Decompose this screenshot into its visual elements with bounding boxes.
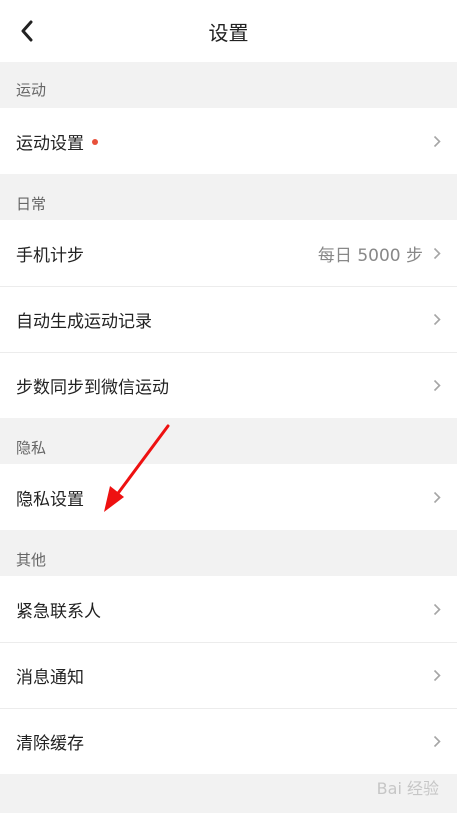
chevron-right-icon: [433, 602, 443, 616]
row-label: 清除缓存: [16, 733, 84, 754]
section-header-sport: 运动: [16, 81, 47, 99]
row-label: 消息通知: [16, 667, 84, 688]
group-daily: 手机计步 每日 5000 步 自动生成运动记录 步数同步到微信运动: [0, 220, 457, 418]
row-label: 手机计步: [16, 245, 84, 266]
chevron-right-icon: [433, 668, 443, 682]
row-phone-pedometer[interactable]: 手机计步 每日 5000 步: [0, 220, 457, 286]
row-label: 运动设置: [16, 133, 84, 154]
group-privacy: 隐私设置: [0, 464, 457, 530]
row-label: 紧急联系人: [16, 601, 101, 622]
section-header-other: 其他: [16, 551, 47, 569]
chevron-right-icon: [433, 490, 443, 504]
chevron-right-icon: [433, 134, 443, 148]
row-sport-settings[interactable]: 运动设置: [0, 108, 457, 174]
row-label: 步数同步到微信运动: [16, 377, 169, 398]
row-auto-record[interactable]: 自动生成运动记录: [0, 286, 457, 352]
chevron-left-icon: [21, 20, 33, 42]
step-goal-value: 每日 5000 步: [317, 245, 423, 266]
chevron-right-icon: [433, 734, 443, 748]
row-label: 隐私设置: [16, 489, 84, 510]
section-header-daily: 日常: [16, 195, 47, 213]
watermark: Bai 经验: [376, 779, 439, 798]
row-label: 自动生成运动记录: [16, 311, 152, 332]
chevron-right-icon: [433, 378, 443, 392]
row-emergency-contact[interactable]: 紧急联系人: [0, 576, 457, 642]
chevron-right-icon: [433, 312, 443, 326]
group-other: 紧急联系人 消息通知 清除缓存: [0, 576, 457, 774]
page-title: 设置: [208, 20, 249, 45]
back-button[interactable]: [14, 18, 40, 44]
chevron-right-icon: [433, 246, 443, 260]
new-badge-dot: [92, 138, 98, 145]
group-sport: 运动设置: [0, 108, 457, 174]
nav-bar: 设置: [0, 0, 457, 62]
row-wechat-sync[interactable]: 步数同步到微信运动: [0, 352, 457, 418]
row-notifications[interactable]: 消息通知: [0, 642, 457, 708]
section-header-privacy: 隐私: [16, 439, 47, 457]
row-privacy-settings[interactable]: 隐私设置: [0, 464, 457, 530]
row-clear-cache[interactable]: 清除缓存: [0, 708, 457, 774]
